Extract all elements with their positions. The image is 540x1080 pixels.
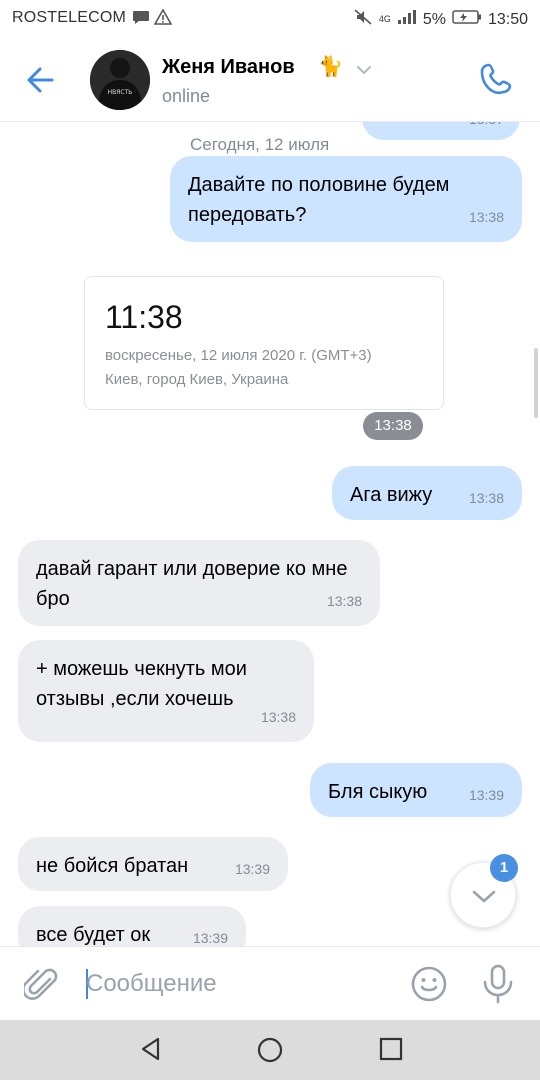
signal-icon: [397, 9, 417, 30]
message-time: 13:39: [468, 787, 504, 803]
voice-message-button[interactable]: [480, 963, 516, 1010]
nav-home-button[interactable]: [256, 1036, 284, 1069]
message-text: Ага вижу: [350, 484, 433, 506]
message-text: Бля сыкую: [328, 781, 428, 803]
message-time: 13:37: [469, 122, 504, 134]
message-bubble-incoming[interactable]: + можешь чекнуть мои отзывы ,если хочешь…: [18, 640, 314, 742]
triangle-back-icon: [141, 1037, 160, 1061]
contact-name[interactable]: Женя Иванов: [162, 56, 295, 79]
nav-recents-button[interactable]: [378, 1036, 404, 1067]
message-notification-icon: [132, 9, 150, 30]
smile-icon: [411, 966, 447, 1002]
square-recents-icon: [379, 1037, 403, 1061]
message-input[interactable]: Сообщение: [86, 970, 217, 998]
call-button[interactable]: [478, 60, 518, 105]
chevron-down-icon[interactable]: [356, 62, 372, 80]
warning-icon: [153, 8, 173, 30]
message-text: давай гарант или доверие ко мне бро: [36, 558, 348, 610]
message-bubble-outgoing[interactable]: Давайте по половине будем передовать? 13…: [170, 156, 522, 242]
message-bubble-outgoing[interactable]: Ага вижу 13:38: [332, 466, 522, 520]
scrollbar[interactable]: [534, 348, 538, 418]
unread-count-badge: 1: [490, 854, 518, 882]
shared-image-card[interactable]: 11:38 воскресенье, 12 июля 2020 г. (GMT+…: [84, 276, 444, 410]
battery-icon: [452, 9, 482, 30]
nav-back-button[interactable]: [138, 1036, 164, 1067]
message-text: Давайте по половине будем передовать?: [188, 174, 450, 226]
card-time: 11:38: [105, 299, 183, 335]
message-text: + можешь чекнуть мои отзывы ,если хочешь: [36, 658, 247, 710]
carrier-name: ROSTELECOM: [12, 9, 127, 26]
avatar-shirt-text: НВЯСТЬ: [108, 89, 133, 96]
card-date-line: воскресенье, 12 июля 2020 г. (GMT+3): [105, 347, 372, 364]
message-time: 13:38: [468, 490, 504, 506]
cat-emoji: 🐈: [318, 56, 343, 78]
message-text: все будет ок: [36, 924, 151, 946]
message-time: 13:38: [260, 709, 296, 725]
paperclip-icon: [22, 968, 58, 1000]
system-navigation-bar: [0, 1020, 540, 1080]
message-text: не бойся братан: [36, 855, 189, 877]
message-time: 13:38: [468, 209, 504, 225]
message-bubble-incoming[interactable]: давай гарант или доверие ко мне бро 13:3…: [18, 540, 380, 626]
battery-percent: 5%: [422, 10, 446, 28]
card-sent-time: 13:38: [363, 412, 423, 440]
chat-header: НВЯСТЬ Женя Иванов 🐈 online: [0, 36, 540, 122]
contact-status: online: [162, 86, 211, 106]
message-time: 13:38: [326, 593, 362, 609]
phone-icon: [480, 63, 512, 95]
status-bar: ROSTELECOM 4G 5% 13:50: [0, 0, 540, 36]
message-bubble-outgoing[interactable]: Бля сыкую 13:39: [310, 763, 522, 817]
arrow-left-icon: [27, 67, 54, 93]
emoji-button[interactable]: [410, 965, 448, 1008]
composer: Сообщение: [0, 946, 540, 1020]
microphone-icon: [483, 964, 513, 1004]
avatar[interactable]: НВЯСТЬ: [90, 50, 150, 110]
card-location-line: Киев, город Киев, Украина: [105, 371, 289, 388]
message-time: 13:39: [192, 930, 228, 946]
attach-button[interactable]: [22, 965, 60, 1010]
message-bubble-incoming[interactable]: все будет ок 13:39: [18, 906, 246, 946]
message-time: 13:39: [234, 861, 270, 877]
network-type: 4G: [378, 14, 391, 24]
message-bubble-outgoing[interactable]: 13:37: [362, 122, 520, 140]
circle-home-icon: [257, 1037, 283, 1063]
clock: 13:50: [487, 10, 528, 28]
mute-icon: [353, 8, 373, 31]
back-button[interactable]: [22, 60, 62, 100]
message-bubble-incoming[interactable]: не бойся братан 13:39: [18, 837, 288, 891]
message-list[interactable]: 13:37 Сегодня, 12 июля Давайте по полови…: [0, 122, 540, 946]
